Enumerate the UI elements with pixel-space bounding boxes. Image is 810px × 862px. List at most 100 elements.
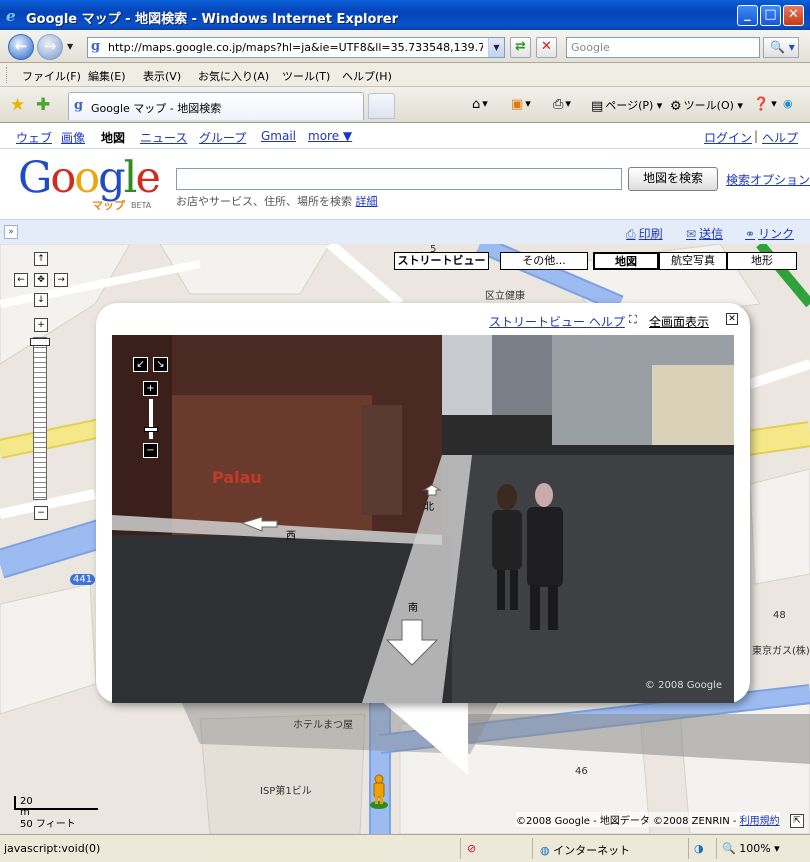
- live-search-input[interactable]: Google: [566, 37, 760, 58]
- overview-toggle-icon[interactable]: ⇱: [790, 814, 804, 828]
- terms-link[interactable]: 利用規約: [740, 816, 780, 827]
- search-hint-detail-link[interactable]: 詳細: [356, 195, 378, 208]
- internet-zone[interactable]: ◍ インターネット: [540, 842, 630, 858]
- menu-help[interactable]: ヘルプ(H): [342, 68, 392, 84]
- print-link-label: 印刷: [638, 227, 663, 241]
- pan-up-icon[interactable]: ↑: [34, 252, 48, 266]
- research-icon[interactable]: ◉: [783, 97, 793, 110]
- pegman-icon[interactable]: [369, 774, 389, 810]
- zoom-level[interactable]: 🔍 100% ▾: [722, 842, 780, 855]
- route-shield: 441: [70, 574, 96, 585]
- search-options-link[interactable]: 検索オプション: [726, 171, 810, 188]
- sv-zoom-thumb[interactable]: [144, 427, 158, 432]
- send-link[interactable]: ✉ 送信: [686, 225, 723, 242]
- add-favorites-icon[interactable]: ✚: [36, 95, 50, 115]
- address-dropdown-icon[interactable]: ▼: [488, 38, 504, 57]
- map-search-button[interactable]: 地図を検索: [628, 167, 718, 191]
- nav-web[interactable]: ウェブ: [16, 129, 52, 146]
- protected-mode-icon[interactable]: ◑: [694, 842, 704, 855]
- close-popup-icon[interactable]: ✕: [726, 313, 738, 325]
- sv-zoom-track[interactable]: [149, 399, 153, 439]
- tab-google-maps[interactable]: g Google マップ - 地図検索: [68, 92, 364, 120]
- home-button[interactable]: ⌂ ▾: [472, 97, 488, 112]
- street-view-help-link[interactable]: ストリートビュー ヘルプ: [489, 313, 625, 330]
- menu-tools[interactable]: ツール(T): [282, 68, 330, 84]
- direction-north[interactable]: 北: [424, 498, 434, 513]
- zoom-out-icon[interactable]: −: [34, 506, 48, 520]
- zoom-slider-thumb[interactable]: [30, 338, 50, 346]
- maptype-more-button[interactable]: その他...: [500, 252, 588, 270]
- print-link[interactable]: ⎙ 印刷: [626, 225, 663, 242]
- maptype-terrain-button[interactable]: 地形: [727, 252, 797, 270]
- address-url[interactable]: http://maps.google.co.jp/maps?hl=ja&ie=U…: [108, 41, 483, 54]
- sv-zoom-out-icon[interactable]: −: [143, 443, 158, 458]
- maptype-satellite-button[interactable]: 航空写真: [659, 252, 727, 270]
- forward-button[interactable]: →: [37, 34, 63, 60]
- link-link[interactable]: ⚭ リンク: [745, 225, 794, 242]
- zoom-magnifier-icon: 🔍: [722, 842, 736, 855]
- direction-south[interactable]: 南: [408, 599, 418, 614]
- maptype-map-button[interactable]: 地図: [593, 252, 659, 270]
- sv-rotate-left-icon[interactable]: ↙: [133, 357, 148, 372]
- back-button[interactable]: ←: [8, 34, 34, 60]
- new-tab-button[interactable]: [368, 93, 395, 119]
- nav-gmail[interactable]: Gmail: [261, 129, 296, 143]
- menu-favorites[interactable]: お気に入り(A): [198, 68, 269, 84]
- favorites-star-icon[interactable]: ★: [10, 95, 25, 115]
- page-menu[interactable]: ▤ ページ(P) ▾: [591, 97, 662, 114]
- tools-menu-label: ツール(O): [683, 99, 734, 112]
- sv-zoom-in-icon[interactable]: +: [143, 381, 158, 396]
- login-link[interactable]: ログイン: [704, 129, 752, 146]
- history-dropdown-icon[interactable]: ▼: [67, 42, 73, 51]
- ie-logo-icon: e: [6, 7, 16, 25]
- status-divider: [688, 838, 689, 859]
- fullscreen-link[interactable]: 全画面表示: [649, 313, 709, 330]
- menu-file[interactable]: ファイル(F): [22, 68, 81, 84]
- address-field[interactable]: g http://maps.google.co.jp/maps?hl=ja&ie…: [87, 37, 505, 58]
- fullscreen-icon[interactable]: ⛶: [629, 313, 637, 327]
- nav-groups[interactable]: グループ: [199, 129, 246, 146]
- nav-news[interactable]: ニュース: [140, 129, 187, 146]
- zoom-in-icon[interactable]: +: [34, 318, 48, 332]
- menu-bar: ファイル(F) 編集(E) 表示(V) お気に入り(A) ツール(T) ヘルプ(…: [0, 63, 810, 87]
- pan-right-icon[interactable]: →: [54, 273, 68, 287]
- google-logo[interactable]: Google: [18, 155, 161, 201]
- close-button[interactable]: ✕: [783, 5, 804, 26]
- maptype-streetview-button[interactable]: ストリートビュー: [394, 252, 489, 270]
- street-view-panorama[interactable]: Palau ↙ ↘ + − 西 北 南 © 2008 Google: [112, 335, 734, 703]
- search-button[interactable]: 🔍 ▾: [763, 37, 799, 58]
- google-top-nav: ウェブ 画像 地図 ニュース グループ Gmail more ▼ ログイン | …: [0, 123, 810, 149]
- globe-icon: ◍: [540, 844, 550, 857]
- pan-down-icon[interactable]: ↓: [34, 293, 48, 307]
- zoom-level-label: 100%: [739, 842, 771, 855]
- refresh-icon[interactable]: ⇄: [510, 37, 531, 58]
- panorama-image: Palau: [112, 335, 734, 703]
- help-button[interactable]: ❓ ▾: [753, 97, 777, 112]
- security-icon[interactable]: ⊘: [467, 842, 476, 855]
- zoom-slider[interactable]: [33, 337, 47, 500]
- map-search-input[interactable]: [176, 168, 622, 190]
- search-hint: お店やサービス、住所、場所を検索 詳細: [176, 193, 378, 209]
- direction-west[interactable]: 西: [286, 527, 296, 542]
- internet-zone-label: インターネット: [553, 844, 631, 857]
- status-bar: javascript:void(0) ⊘ ◍ インターネット ◑ 🔍 100% …: [0, 834, 810, 862]
- scale-feet: 50 フィート: [20, 819, 76, 830]
- nav-images[interactable]: 画像: [61, 129, 85, 146]
- minimize-button[interactable]: _: [737, 5, 758, 26]
- help-link[interactable]: ヘルプ: [762, 129, 798, 146]
- nav-more[interactable]: more ▼: [308, 129, 352, 143]
- map-label-48: 48: [773, 610, 786, 621]
- menu-view[interactable]: 表示(V): [143, 68, 181, 84]
- feeds-button[interactable]: ▣ ▾: [511, 97, 531, 112]
- stop-icon[interactable]: ✕: [536, 37, 557, 58]
- pan-left-icon[interactable]: ←: [14, 273, 28, 287]
- panel-toggle-button[interactable]: »: [4, 225, 18, 239]
- sv-rotate-right-icon[interactable]: ↘: [153, 357, 168, 372]
- logo-subtitle: マップ: [92, 199, 125, 212]
- tools-menu[interactable]: ⚙ ツール(O) ▾: [670, 97, 743, 114]
- menu-edit[interactable]: 編集(E): [88, 68, 126, 84]
- maximize-button[interactable]: □: [760, 5, 781, 26]
- pan-center-icon[interactable]: ✥: [34, 273, 48, 287]
- map-canvas[interactable]: 441 ホテルまつ屋 ISP第1ビル 東京ガス(株) 48 46 5 区立健康 …: [0, 244, 810, 834]
- print-button[interactable]: ⎙ ▾: [553, 97, 571, 112]
